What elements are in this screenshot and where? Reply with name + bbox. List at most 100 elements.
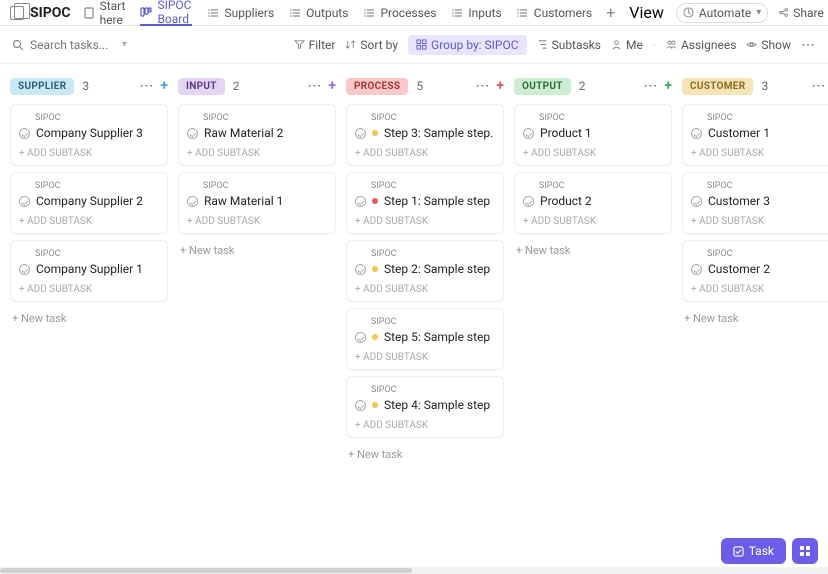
check-icon[interactable]	[355, 128, 366, 139]
check-icon[interactable]	[187, 196, 198, 207]
new-task-button[interactable]: + New task	[346, 444, 504, 465]
view-menu[interactable]: View	[629, 3, 664, 22]
chevron-down-icon[interactable]: ▾	[122, 39, 127, 50]
subtasks-icon	[537, 39, 548, 50]
add-subtask-button[interactable]: + ADD SUBTASK	[523, 148, 663, 159]
check-icon[interactable]	[691, 128, 702, 139]
assignees-button[interactable]: Assignees	[666, 38, 736, 52]
card-title: Customer 1	[708, 126, 770, 140]
check-icon[interactable]	[355, 332, 366, 343]
new-task-button[interactable]: + New task	[178, 240, 336, 261]
horizontal-scrollbar[interactable]	[0, 567, 828, 574]
task-card[interactable]: SIPOCCompany Supplier 2+ ADD SUBTASK	[10, 172, 168, 234]
check-icon[interactable]	[19, 128, 30, 139]
task-card[interactable]: SIPOCProduct 1+ ADD SUBTASK	[514, 104, 672, 166]
task-card[interactable]: SIPOCProduct 2+ ADD SUBTASK	[514, 172, 672, 234]
card-title: Step 3: Sample step.	[384, 126, 493, 140]
task-card[interactable]: SIPOCCustomer 3+ ADD SUBTASK	[682, 172, 828, 234]
task-card[interactable]: SIPOCCompany Supplier 3+ ADD SUBTASK	[10, 104, 168, 166]
subtasks-button[interactable]: Subtasks	[537, 38, 601, 52]
toolbar: ▾ Filter Sort by Group by: SIPOC Subtask…	[0, 26, 828, 64]
column-menu-icon[interactable]: ⋯	[811, 78, 826, 94]
new-task-button[interactable]: + New task	[514, 240, 672, 261]
card-parent-label: SIPOC	[35, 113, 159, 123]
share-button[interactable]: Share	[778, 6, 824, 20]
add-subtask-button[interactable]: + ADD SUBTASK	[355, 284, 495, 295]
tab-sipoc-board[interactable]: SIPOC Board	[140, 0, 192, 26]
check-icon[interactable]	[355, 264, 366, 275]
tab-outputs[interactable]: Outputs	[288, 0, 348, 26]
check-icon[interactable]	[19, 264, 30, 275]
task-card[interactable]: SIPOCStep 2: Sample step+ ADD SUBTASK	[346, 240, 504, 302]
task-card[interactable]: SIPOCCustomer 2+ ADD SUBTASK	[682, 240, 828, 302]
status-dot	[372, 402, 378, 408]
column-header: PROCESS5⋯+	[346, 74, 504, 98]
add-subtask-button[interactable]: + ADD SUBTASK	[355, 352, 495, 363]
add-subtask-button[interactable]: + ADD SUBTASK	[19, 284, 159, 295]
add-subtask-button[interactable]: + ADD SUBTASK	[19, 148, 159, 159]
column-menu-icon[interactable]: ⋯	[307, 78, 322, 94]
board-icon	[140, 5, 152, 18]
more-menu-icon[interactable]: ⋯	[801, 37, 816, 53]
view-tabs: Start here SIPOC Board Suppliers Outputs…	[83, 0, 664, 26]
new-task-fab[interactable]: Task	[721, 538, 786, 564]
me-button[interactable]: Me	[611, 38, 643, 52]
filter-button[interactable]: Filter	[294, 38, 336, 52]
task-card[interactable]: SIPOCCustomer 1+ ADD SUBTASK	[682, 104, 828, 166]
add-subtask-button[interactable]: + ADD SUBTASK	[187, 216, 327, 227]
sort-button[interactable]: Sort by	[345, 38, 398, 52]
check-icon[interactable]	[355, 400, 366, 411]
column-header: INPUT2⋯+	[178, 74, 336, 98]
card-parent-label: SIPOC	[539, 113, 663, 123]
scrollbar-thumb[interactable]	[0, 568, 412, 573]
add-subtask-button[interactable]: + ADD SUBTASK	[691, 284, 828, 295]
grid-icon	[799, 545, 811, 557]
check-icon[interactable]	[523, 196, 534, 207]
tab-label: Outputs	[306, 6, 348, 20]
show-button[interactable]: Show	[746, 38, 791, 52]
task-card[interactable]: SIPOCStep 5: Sample step+ ADD SUBTASK	[346, 308, 504, 370]
add-card-icon[interactable]: +	[160, 78, 168, 94]
add-subtask-button[interactable]: + ADD SUBTASK	[691, 216, 828, 227]
add-subtask-button[interactable]: + ADD SUBTASK	[355, 148, 495, 159]
add-view-button[interactable]: +	[606, 3, 615, 22]
task-card[interactable]: SIPOCStep 3: Sample step.+ ADD SUBTASK	[346, 104, 504, 166]
task-card[interactable]: SIPOCStep 1: Sample step+ ADD SUBTASK	[346, 172, 504, 234]
column-pill: INPUT	[178, 78, 225, 95]
task-card[interactable]: SIPOCRaw Material 2+ ADD SUBTASK	[178, 104, 336, 166]
share-icon	[778, 7, 789, 18]
tab-start-here[interactable]: Start here	[83, 0, 127, 26]
add-subtask-button[interactable]: + ADD SUBTASK	[523, 216, 663, 227]
apps-fab[interactable]	[792, 538, 818, 564]
add-card-icon[interactable]: +	[664, 78, 672, 94]
tab-processes[interactable]: Processes	[362, 0, 436, 26]
column-menu-icon[interactable]: ⋯	[475, 78, 490, 94]
tab-customers[interactable]: Customers	[516, 0, 592, 26]
tab-inputs[interactable]: Inputs	[450, 0, 501, 26]
tab-suppliers[interactable]: Suppliers	[206, 0, 274, 26]
add-subtask-button[interactable]: + ADD SUBTASK	[355, 420, 495, 431]
add-subtask-button[interactable]: + ADD SUBTASK	[187, 148, 327, 159]
add-card-icon[interactable]: +	[328, 78, 336, 94]
column-menu-icon[interactable]: ⋯	[643, 78, 658, 94]
check-icon[interactable]	[355, 196, 366, 207]
add-subtask-button[interactable]: + ADD SUBTASK	[355, 216, 495, 227]
group-by-button[interactable]: Group by: SIPOC	[408, 35, 527, 55]
task-card[interactable]: SIPOCStep 4: Sample step+ ADD SUBTASK	[346, 376, 504, 438]
check-icon[interactable]	[691, 264, 702, 275]
task-card[interactable]: SIPOCRaw Material 1+ ADD SUBTASK	[178, 172, 336, 234]
new-task-button[interactable]: + New task	[682, 308, 828, 329]
new-task-button[interactable]: + New task	[10, 308, 168, 329]
check-icon[interactable]	[523, 128, 534, 139]
add-subtask-button[interactable]: + ADD SUBTASK	[19, 216, 159, 227]
check-icon[interactable]	[19, 196, 30, 207]
add-card-icon[interactable]: +	[496, 78, 504, 94]
chevron-down-icon: ▾	[756, 7, 761, 18]
search-input[interactable]	[30, 38, 120, 52]
add-subtask-button[interactable]: + ADD SUBTASK	[691, 148, 828, 159]
task-card[interactable]: SIPOCCompany Supplier 1+ ADD SUBTASK	[10, 240, 168, 302]
automate-button[interactable]: Automate ▾	[676, 3, 768, 23]
column-menu-icon[interactable]: ⋯	[139, 78, 154, 94]
check-icon[interactable]	[691, 196, 702, 207]
check-icon[interactable]	[187, 128, 198, 139]
